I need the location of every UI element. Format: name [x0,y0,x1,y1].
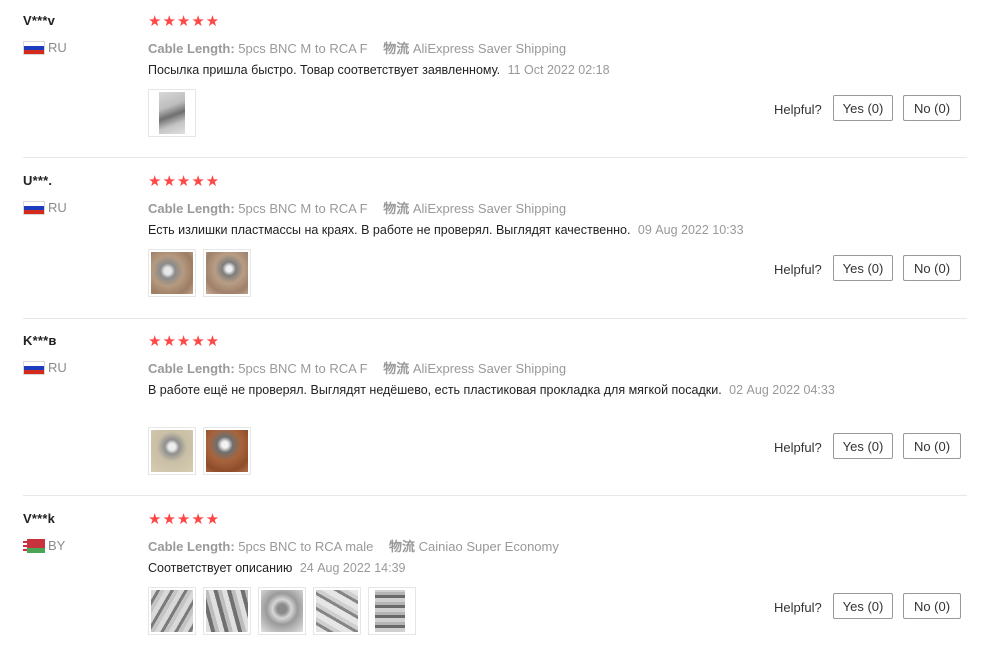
flag-ru-icon [23,40,45,55]
review-text: В работе ещё не проверял. Выглядят недёш… [148,380,868,401]
reviewer-country: RU [23,360,67,375]
shipping-value: AliExpress Saver Shipping [412,361,567,376]
reviewer-country: RU [23,200,67,215]
shipping-value: AliExpress Saver Shipping [412,201,567,216]
reviewer-name: K***в [23,333,57,348]
review-photo-thumbnail[interactable] [368,587,416,635]
review-body: Есть излишки пластмассы на краях. В рабо… [148,223,631,237]
review-photos [148,249,258,297]
review-date: 02 Aug 2022 04:33 [729,383,835,397]
sku-key: Cable Length: [148,539,235,554]
country-code: BY [48,538,66,553]
shipping-key: 物流 [383,201,410,216]
sku-value: 5pcs BNC to RCA male [238,539,374,554]
review-photo-thumbnail[interactable] [148,427,196,475]
country-code: RU [48,40,67,55]
review-photos [148,427,258,475]
review-photo-thumbnail[interactable] [148,587,196,635]
flag-ru-icon [23,360,45,375]
sku-value: 5pcs BNC M to RCA F [238,41,368,56]
star-rating: ★★★★★ [148,511,221,528]
shipping-value: AliExpress Saver Shipping [412,41,567,56]
helpful-no-button[interactable]: No (0) [903,255,961,281]
shipping-value: Cainiao Super Economy [418,539,559,554]
helpful-label: Helpful? [774,262,822,277]
sku-key: Cable Length: [148,361,235,376]
review-date: 24 Aug 2022 14:39 [299,561,406,575]
review-divider [23,157,967,158]
helpful-yes-button[interactable]: Yes (0) [833,433,893,459]
sku-info: Cable Length: 5pcs BNC M to RCA F 物流 Ali… [148,358,566,377]
helpful-yes-button[interactable]: Yes (0) [833,255,893,281]
sku-value: 5pcs BNC M to RCA F [238,201,368,216]
review-body: Соответствует описанию [148,561,293,575]
review-date: 11 Oct 2022 02:18 [507,63,610,77]
review-divider [23,495,967,496]
reviewer-name: V***k [23,511,56,526]
helpful-yes-button[interactable]: Yes (0) [833,95,893,121]
review-photo-thumbnail[interactable] [203,249,251,297]
sku-key: Cable Length: [148,201,235,216]
review-divider [23,318,967,319]
reviewer-country: BY [23,538,65,553]
reviewer-name: V***v [23,13,56,28]
helpful-no-button[interactable]: No (0) [903,433,961,459]
country-code: RU [48,360,67,375]
country-code: RU [48,200,67,215]
review-photos [148,89,203,137]
flag-by-icon [23,538,45,553]
helpful-no-button[interactable]: No (0) [903,593,961,619]
star-rating: ★★★★★ [148,173,221,190]
shipping-key: 物流 [383,361,410,376]
reviewer-country: RU [23,40,67,55]
shipping-key: 物流 [389,539,416,554]
sku-value: 5pcs BNC M to RCA F [238,361,368,376]
helpful-label: Helpful? [774,440,822,455]
flag-ru-icon [23,200,45,215]
star-rating: ★★★★★ [148,13,221,30]
sku-info: Cable Length: 5pcs BNC M to RCA F 物流 Ali… [148,38,566,57]
sku-key: Cable Length: [148,41,235,56]
helpful-label: Helpful? [774,600,822,615]
review-photo-thumbnail[interactable] [148,249,196,297]
sku-info: Cable Length: 5pcs BNC M to RCA F 物流 Ali… [148,198,566,217]
helpful-yes-button[interactable]: Yes (0) [833,593,893,619]
review-photo-thumbnail[interactable] [258,587,306,635]
review-photo-thumbnail[interactable] [203,587,251,635]
review-text: Посылка пришла быстро. Товар соответству… [148,60,868,81]
review-body: Посылка пришла быстро. Товар соответству… [148,63,501,77]
review-date: 09 Aug 2022 10:33 [637,223,744,237]
helpful-label: Helpful? [774,102,822,117]
review-photo-thumbnail[interactable] [148,89,196,137]
sku-info: Cable Length: 5pcs BNC to RCA male 物流 Ca… [148,536,559,555]
shipping-key: 物流 [383,41,410,56]
review-text: Есть излишки пластмассы на краях. В рабо… [148,220,868,241]
review-photos [148,587,423,635]
review-photo-thumbnail[interactable] [313,587,361,635]
reviewer-name: U***. [23,173,53,188]
star-rating: ★★★★★ [148,333,221,350]
helpful-no-button[interactable]: No (0) [903,95,961,121]
review-body: В работе ещё не проверял. Выглядят недёш… [148,383,722,397]
review-text: Соответствует описанию 24 Aug 2022 14:39 [148,558,868,579]
review-photo-thumbnail[interactable] [203,427,251,475]
